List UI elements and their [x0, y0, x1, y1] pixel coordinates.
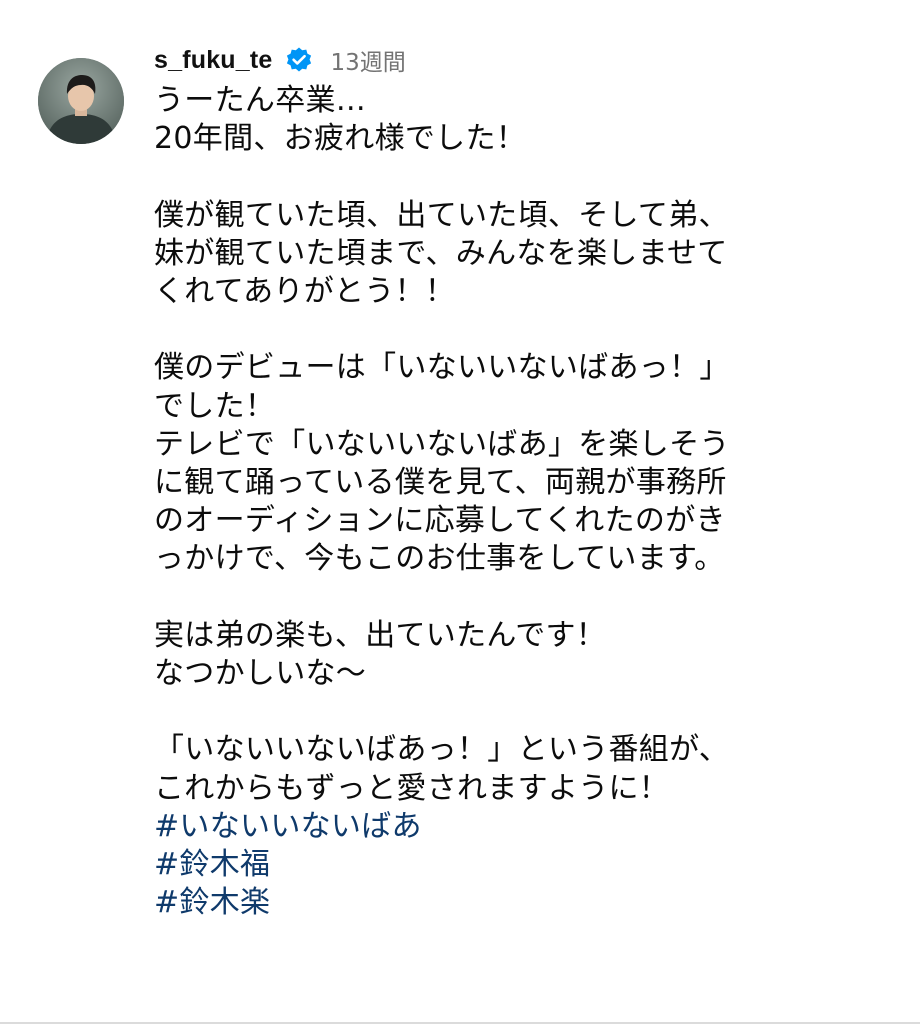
comment-content: s_fuku_te 13週間 うーたん卒業… 20年間、お疲れ様でした！ 僕が観…: [154, 40, 894, 922]
timestamp: 13週間: [330, 50, 406, 76]
avatar[interactable]: [38, 58, 124, 144]
hashtag-link[interactable]: #鈴木福: [154, 846, 894, 884]
comment-meta: s_fuku_te 13週間: [154, 40, 894, 80]
verified-badge-icon: [285, 46, 313, 74]
username[interactable]: s_fuku_te: [154, 46, 273, 75]
hashtag-link[interactable]: #鈴木楽: [154, 884, 894, 922]
comment-body: うーたん卒業… 20年間、お疲れ様でした！ 僕が観ていた頃、出ていた頃、そして弟…: [154, 83, 730, 806]
hashtag-link[interactable]: #いないいないばあ: [154, 808, 894, 846]
comment: s_fuku_te 13週間 うーたん卒業… 20年間、お疲れ様でした！ 僕が観…: [0, 0, 920, 1024]
avatar-photo: [38, 58, 124, 144]
hashtag-list: #いないいないばあ #鈴木福 #鈴木楽: [154, 808, 894, 923]
